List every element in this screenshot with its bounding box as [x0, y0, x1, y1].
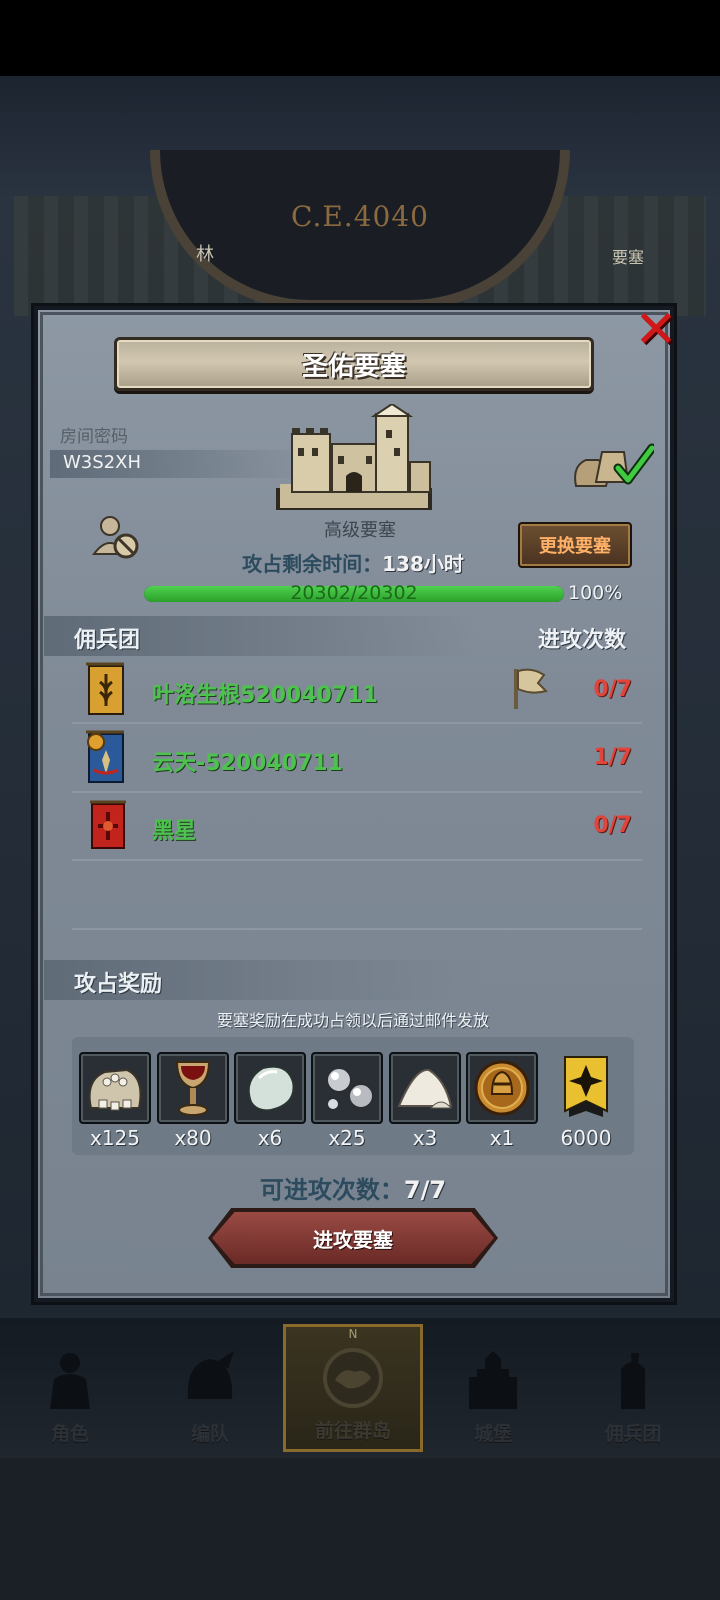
attacks-remaining-value: 7/7 — [403, 1176, 447, 1204]
row-divider — [72, 791, 642, 793]
reward-count: x125 — [89, 1126, 140, 1150]
loot-bags-check-icon[interactable] — [572, 442, 654, 492]
tab-castle[interactable]: 城堡 — [423, 1324, 563, 1452]
reward-slot[interactable] — [466, 1052, 538, 1124]
row-divider — [72, 722, 642, 724]
remaining-time-value: 138小时 — [382, 552, 464, 576]
mercenary-attack-count: 0/7 — [593, 813, 632, 838]
tab-label: 角色 — [50, 1423, 89, 1445]
silver-ore-icon — [326, 1067, 374, 1111]
reward-slot[interactable] — [79, 1052, 151, 1124]
castle-tab-icon — [469, 1351, 517, 1409]
goblet-icon — [175, 1061, 211, 1116]
fortress-level: 高级要塞 — [324, 520, 396, 541]
reward-slot[interactable] — [550, 1052, 622, 1124]
helmet-icon — [187, 1351, 234, 1399]
tab-label: 城堡 — [473, 1423, 512, 1445]
reward-count: x6 — [257, 1126, 283, 1150]
flag-icon — [514, 668, 548, 709]
map-location-tag: 林 — [196, 244, 214, 265]
title-plate: 圣佑要塞 — [114, 337, 594, 391]
mercenary-name[interactable]: 黑星 — [152, 813, 196, 845]
compass-letter: N — [348, 1327, 358, 1341]
tab-formation[interactable]: 编队 — [140, 1324, 280, 1452]
mercenary-section-title: 佣兵团 — [74, 628, 141, 653]
attack-fortress-button[interactable]: 进攻要塞 — [212, 1212, 494, 1264]
era-label: C.E.4040 — [291, 200, 429, 233]
reward-slot[interactable] — [311, 1052, 383, 1124]
knight-icon — [50, 1353, 90, 1409]
reward-count: 6000 — [560, 1126, 612, 1150]
grain-sack-icon — [88, 1068, 142, 1111]
mercenary-attack-count: 0/7 — [593, 677, 632, 702]
reward-hint: 要塞奖励在成功占领以后通过邮件发放 — [216, 1011, 489, 1030]
tab-go-archipelago[interactable]: N 前往群岛 — [283, 1324, 423, 1452]
row-divider — [72, 859, 642, 861]
map-location-tag: 要塞 — [612, 248, 645, 267]
attacks-remaining-label: 可进攻次数： — [259, 1176, 404, 1204]
cross-banner-icon — [90, 800, 126, 849]
reward-count: x3 — [412, 1126, 438, 1150]
mercenary-name[interactable]: 叶洛生根520040711 — [152, 677, 378, 709]
attacks-remaining: 可进攻次数：7/7 — [0, 1170, 706, 1205]
reward-slot[interactable] — [389, 1052, 461, 1124]
mercenary-icon — [621, 1353, 645, 1409]
remaining-time: 攻占剩余时间：138小时 — [0, 548, 706, 577]
fortress-hp-percent: 100% — [568, 582, 623, 604]
sun-banner-icon — [86, 730, 124, 783]
close-button[interactable]: ✕ — [628, 300, 684, 360]
reward-slot[interactable] — [234, 1052, 306, 1124]
moonstone-icon — [247, 1065, 295, 1112]
tab-label: 佣兵团 — [604, 1423, 662, 1445]
castle-icon — [276, 404, 432, 510]
rank-banner-icon — [564, 1056, 608, 1117]
tab-label: 编队 — [190, 1423, 229, 1445]
room-code-label: 房间密码 — [60, 427, 128, 447]
mercenary-attack-count: 1/7 — [593, 745, 632, 770]
attack-count-header: 进攻次数 — [538, 628, 627, 653]
tab-mercenary[interactable]: 佣兵团 — [563, 1324, 703, 1452]
knight-medal-icon — [474, 1060, 530, 1116]
reward-count: x25 — [328, 1126, 366, 1150]
reward-count: x80 — [174, 1126, 212, 1150]
reward-section-title: 攻占奖励 — [74, 972, 163, 997]
status-bar-area — [0, 0, 720, 76]
compass-map-icon — [323, 1348, 383, 1408]
salt-pile-icon — [397, 1068, 453, 1109]
fortress-hp-text: 20302/20302 — [290, 582, 418, 604]
dialog-title: 圣佑要塞 — [301, 351, 406, 382]
reward-count: x1 — [489, 1126, 515, 1150]
tab-character[interactable]: 角色 — [0, 1324, 140, 1452]
tab-label: 前往群岛 — [314, 1420, 391, 1442]
wheat-banner-icon — [86, 662, 124, 715]
reward-slot[interactable] — [157, 1052, 229, 1124]
bottom-safe-area — [0, 1458, 720, 1600]
remaining-time-label: 攻占剩余时间： — [242, 552, 383, 576]
room-code-value: W3S2XH — [63, 452, 141, 473]
close-icon: ✕ — [634, 300, 678, 360]
mercenary-name[interactable]: 云天-520040711 — [152, 745, 343, 777]
row-divider — [72, 928, 642, 930]
